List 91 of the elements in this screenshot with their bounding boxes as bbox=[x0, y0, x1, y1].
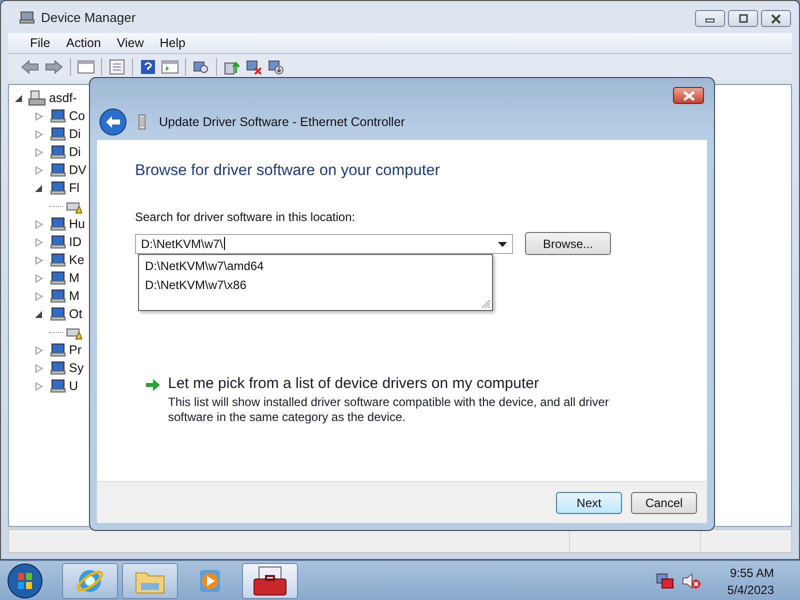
device-icon[interactable] bbox=[48, 378, 66, 394]
tree-item[interactable]: Co bbox=[69, 109, 85, 123]
clock-date[interactable]: 5/4/2023 bbox=[727, 582, 774, 596]
suggestion-item[interactable]: D:\NetKVM\w7\amd64 bbox=[145, 257, 486, 276]
device-icon[interactable] bbox=[48, 216, 66, 232]
minimize-button[interactable] bbox=[695, 10, 725, 27]
update-icon[interactable] bbox=[223, 59, 241, 75]
tree-item[interactable]: Ke bbox=[69, 253, 84, 267]
device-icon[interactable] bbox=[48, 270, 66, 286]
toolbox-taskbar-button[interactable] bbox=[242, 563, 298, 599]
tree-item[interactable]: Fl bbox=[69, 181, 80, 195]
computer-icon[interactable] bbox=[28, 90, 46, 106]
pick-driver-description: This list will show installed driver software compatible with the device, and all driver software in the same category as the device. bbox=[168, 395, 610, 425]
volume-muted-icon[interactable] bbox=[681, 572, 702, 590]
menu-item[interactable]: File bbox=[22, 36, 58, 50]
network-adapter-icon bbox=[137, 113, 147, 131]
maximize-icon bbox=[737, 14, 749, 24]
tree-item[interactable]: Di bbox=[69, 127, 81, 141]
expand-icon[interactable] bbox=[35, 256, 43, 264]
expand-icon[interactable] bbox=[35, 220, 43, 228]
uninstall-icon[interactable] bbox=[245, 59, 263, 75]
start-button[interactable] bbox=[6, 562, 44, 600]
device-icon[interactable] bbox=[48, 144, 66, 160]
expand-icon[interactable] bbox=[35, 346, 43, 354]
collapse-icon[interactable] bbox=[15, 94, 23, 102]
resize-grip-icon[interactable] bbox=[481, 299, 491, 309]
tree-item[interactable]: asdf- bbox=[49, 91, 77, 105]
menu-item[interactable]: Action bbox=[58, 36, 109, 50]
device-icon[interactable] bbox=[48, 306, 66, 322]
tree-item[interactable]: ID bbox=[69, 235, 82, 249]
collapse-icon[interactable] bbox=[35, 184, 43, 192]
tree-item[interactable]: DV bbox=[69, 163, 86, 177]
window-title: Device Manager bbox=[41, 10, 136, 24]
device-icon[interactable] bbox=[48, 288, 66, 304]
dropdown-arrow-icon[interactable] bbox=[498, 242, 507, 246]
location-label: Search for driver software in this location: bbox=[135, 210, 356, 224]
close-button[interactable] bbox=[761, 10, 791, 27]
expand-icon[interactable] bbox=[35, 364, 43, 372]
tree-item[interactable]: Di bbox=[69, 145, 81, 159]
pane-icon[interactable] bbox=[77, 59, 95, 75]
help-icon[interactable] bbox=[139, 59, 157, 75]
arrow-icon[interactable] bbox=[145, 378, 161, 392]
tree-item[interactable]: Ot bbox=[69, 307, 82, 321]
close-icon bbox=[682, 90, 696, 100]
pick-driver-link[interactable]: Let me pick from a list of device drivers on my computer bbox=[168, 375, 618, 392]
expand-icon[interactable] bbox=[35, 166, 43, 174]
device-icon[interactable] bbox=[48, 180, 66, 196]
tree-item[interactable]: U bbox=[69, 379, 78, 393]
expand-icon[interactable] bbox=[35, 130, 43, 138]
folder-taskbar-button[interactable] bbox=[122, 563, 178, 599]
properties-icon[interactable] bbox=[108, 59, 126, 75]
dialog-title: Update Driver Software - Ethernet Controller bbox=[159, 115, 405, 129]
tree-item[interactable]: M bbox=[69, 289, 80, 303]
device-icon[interactable] bbox=[48, 234, 66, 250]
device-icon[interactable] bbox=[48, 162, 66, 178]
clock-time[interactable]: 9:55 AM bbox=[730, 566, 774, 580]
close-icon bbox=[770, 14, 782, 24]
tree-item[interactable]: Hu bbox=[69, 217, 85, 231]
collapse-icon[interactable] bbox=[35, 310, 43, 318]
tree-item[interactable]: M bbox=[69, 271, 80, 285]
suggestion-item[interactable]: D:\NetKVM\w7\x86 bbox=[145, 276, 486, 295]
forward-icon[interactable] bbox=[44, 59, 64, 75]
menu-item[interactable]: Help bbox=[152, 36, 194, 50]
expand-icon[interactable] bbox=[35, 292, 43, 300]
browser-taskbar-button[interactable] bbox=[62, 563, 118, 599]
expand-icon[interactable] bbox=[35, 382, 43, 390]
computer-icon bbox=[19, 9, 35, 25]
tree-item[interactable]: Pr bbox=[69, 343, 82, 357]
cancel-button[interactable]: Cancel bbox=[631, 492, 697, 514]
device-icon[interactable] bbox=[48, 360, 66, 376]
next-button[interactable]: Next bbox=[556, 492, 622, 514]
expand-icon[interactable] bbox=[35, 112, 43, 120]
device-icon[interactable] bbox=[48, 108, 66, 124]
device-icon[interactable] bbox=[48, 126, 66, 142]
device-icon[interactable] bbox=[48, 252, 66, 268]
browse-button[interactable]: Browse... bbox=[525, 232, 611, 255]
location-combo-box[interactable]: D:\NetKVM\w7\ bbox=[135, 234, 513, 254]
page-heading: Browse for driver software on your computer bbox=[135, 162, 441, 180]
back-icon[interactable] bbox=[20, 59, 40, 75]
disable-icon[interactable] bbox=[267, 59, 285, 75]
back-button[interactable] bbox=[99, 108, 127, 136]
expand-icon[interactable] bbox=[35, 148, 43, 156]
close-button[interactable] bbox=[673, 87, 704, 104]
expand-icon[interactable] bbox=[35, 274, 43, 282]
expand-icon[interactable] bbox=[35, 238, 43, 246]
pane-icon[interactable] bbox=[161, 59, 179, 75]
device-icon[interactable] bbox=[48, 342, 66, 358]
maximize-button[interactable] bbox=[728, 10, 758, 27]
tree-item[interactable]: Sy bbox=[69, 361, 84, 375]
network-icon[interactable] bbox=[655, 572, 676, 590]
menu-item[interactable]: View bbox=[108, 36, 152, 50]
